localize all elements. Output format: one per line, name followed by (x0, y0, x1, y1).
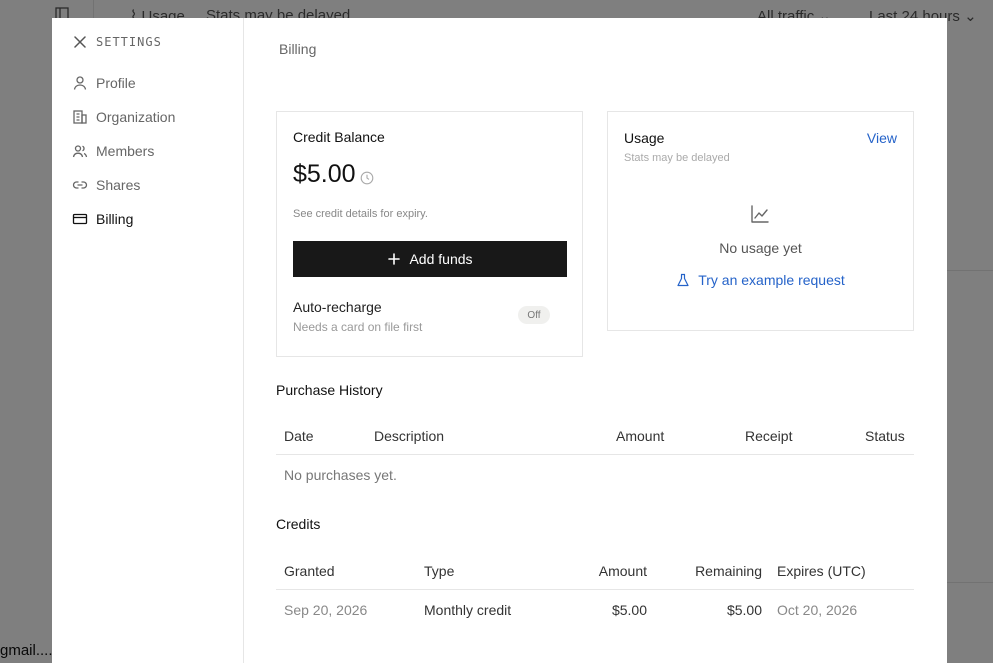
usage-view-link[interactable]: View (867, 130, 897, 146)
sidebar-item-shares[interactable]: Shares (72, 168, 232, 202)
page-title: Billing (279, 41, 317, 57)
flask-icon (677, 273, 689, 287)
purchase-history-title: Purchase History (276, 382, 383, 398)
usage-delay-notice: Stats may be delayed (624, 152, 730, 164)
credit-type: Monthly credit (424, 602, 512, 618)
column-header: Status (865, 428, 905, 444)
column-header: Amount (616, 428, 665, 444)
settings-header: SETTINGS (72, 34, 162, 50)
empty-purchases-text: No purchases yet. (284, 467, 397, 483)
try-example-link[interactable]: Try an example request (608, 272, 913, 288)
add-funds-label: Add funds (409, 251, 473, 267)
settings-title: SETTINGS (96, 35, 162, 49)
auto-recharge-toggle[interactable]: Off (518, 306, 550, 324)
usage-card: Usage Stats may be delayed View No usage… (607, 111, 914, 331)
column-header: Granted (284, 563, 335, 579)
plus-icon (388, 253, 401, 265)
usage-title: Usage (624, 130, 665, 146)
credit-amount: $5.00 (611, 602, 647, 618)
users-icon (72, 145, 88, 158)
auto-recharge-label: Auto-recharge (293, 299, 382, 315)
column-header: Receipt (745, 428, 793, 444)
credit-expiry-date: Oct 20, 2026 (777, 602, 858, 618)
settings-modal: SETTINGS Profile Organization Members Sh… (52, 18, 947, 663)
sidebar-item-label: Organization (96, 109, 176, 125)
credits-table: Granted Type Amount Remaining Expires (U… (276, 551, 914, 629)
column-header: Expires (UTC) (777, 563, 866, 579)
close-button[interactable] (72, 34, 88, 50)
settings-sidebar: SETTINGS Profile Organization Members Sh… (52, 18, 244, 663)
purchase-history-table: Date Description Amount Receipt Status N… (276, 416, 914, 494)
sidebar-item-label: Profile (96, 75, 136, 91)
column-header: Type (424, 563, 455, 579)
sidebar-item-members[interactable]: Members (72, 134, 232, 168)
credit-remaining: $5.00 (726, 602, 762, 618)
column-header: Description (374, 428, 445, 444)
credit-expiry-note: See credit details for expiry. (293, 208, 428, 220)
add-funds-button[interactable]: Add funds (293, 241, 567, 277)
credit-granted-date: Sep 20, 2026 (284, 602, 368, 618)
column-header: Date (284, 428, 314, 444)
no-usage-text: No usage yet (719, 240, 802, 256)
sidebar-item-label: Shares (96, 177, 141, 193)
clock-icon[interactable] (360, 171, 374, 185)
sidebar-item-label: Billing (96, 211, 134, 227)
table-header-row: Date Description Amount Receipt Status (276, 416, 914, 455)
link-icon (72, 181, 88, 189)
line-chart-icon (751, 205, 769, 223)
credit-balance-value: $5.00 (293, 160, 374, 189)
credit-balance-card: Credit Balance $5.00 See credit details … (276, 111, 583, 357)
table-row: No purchases yet. (276, 455, 914, 494)
credits-title: Credits (276, 516, 321, 532)
column-header: Amount (598, 563, 647, 579)
sidebar-item-billing[interactable]: Billing (72, 202, 232, 236)
column-header: Remaining (695, 563, 762, 579)
credit-balance-title: Credit Balance (293, 129, 385, 145)
close-icon (74, 36, 86, 48)
billing-content: Billing Credit Balance $5.00 See credit … (244, 18, 947, 663)
sidebar-item-profile[interactable]: Profile (72, 66, 232, 100)
credit-card-icon (72, 213, 88, 225)
user-icon (73, 76, 87, 90)
sidebar-item-label: Members (96, 143, 155, 159)
settings-nav: Profile Organization Members Shares Bill… (72, 66, 232, 236)
sidebar-item-organization[interactable]: Organization (72, 100, 232, 134)
building-icon (73, 110, 87, 124)
table-header-row: Granted Type Amount Remaining Expires (U… (276, 551, 914, 590)
auto-recharge-hint: Needs a card on file first (293, 320, 423, 334)
table-row: Sep 20, 2026 Monthly credit $5.00 $5.00 … (276, 590, 914, 629)
